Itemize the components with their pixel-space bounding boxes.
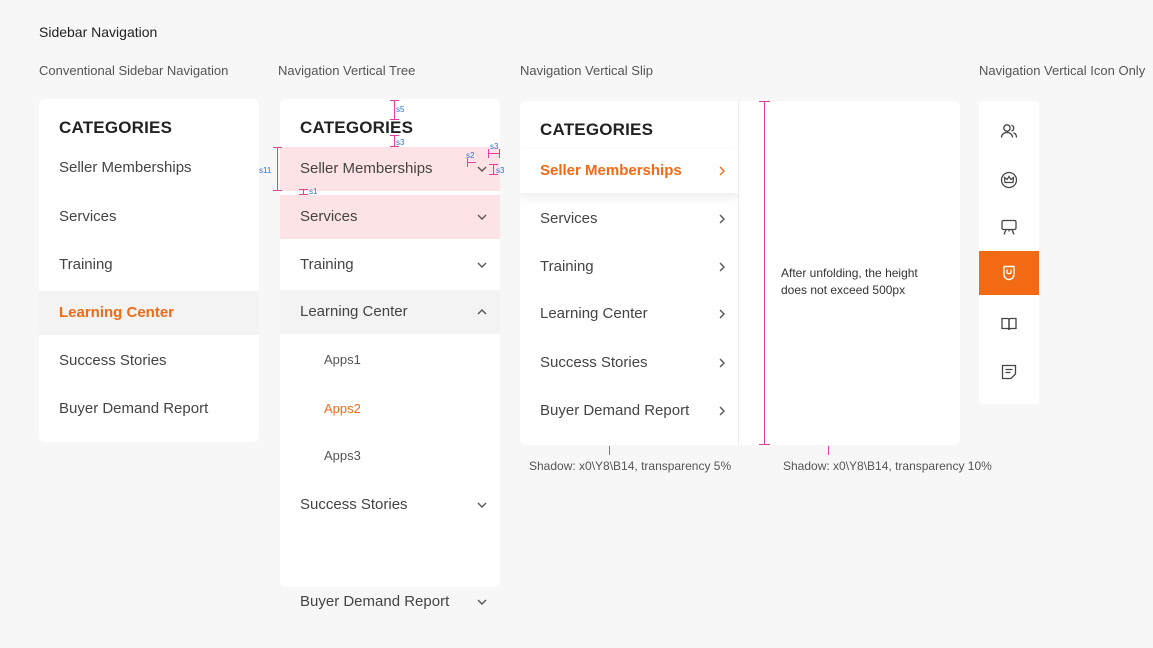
slip-expanded-panel: After unfolding, the height does not exc… bbox=[740, 101, 960, 445]
item-label: Training bbox=[300, 256, 354, 273]
icon-item-book[interactable] bbox=[979, 302, 1039, 346]
child-label-active: Apps2 bbox=[324, 401, 361, 416]
item-label: Learning Center bbox=[540, 305, 648, 322]
note-icon bbox=[1001, 364, 1017, 380]
categories-heading: CATEGORIES bbox=[540, 120, 654, 139]
slip-item-services[interactable]: Services bbox=[520, 197, 740, 241]
spacing-mark: s3 bbox=[490, 142, 499, 151]
tree-item-training[interactable]: Training bbox=[280, 243, 500, 287]
icon-item-shield[interactable] bbox=[979, 251, 1039, 295]
tree-item-buyer-demand-report[interactable]: Buyer Demand Report bbox=[280, 580, 500, 624]
spacing-mark: s3 bbox=[496, 166, 505, 175]
chevron-down-icon bbox=[477, 502, 487, 508]
item-label: Services bbox=[540, 210, 598, 227]
slip-divider bbox=[738, 101, 739, 445]
item-label: Seller Memberships bbox=[300, 160, 433, 177]
item-label: Buyer Demand Report bbox=[59, 400, 209, 417]
item-label: Success Stories bbox=[59, 352, 167, 369]
chevron-down-icon bbox=[477, 599, 487, 605]
tree-child-apps1[interactable]: Apps1 bbox=[280, 338, 500, 382]
spacing-mark: s2 bbox=[466, 151, 475, 160]
section-title-icon-only: Navigation Vertical Icon Only bbox=[979, 63, 1146, 78]
conventional-item-buyer-demand-report[interactable]: Buyer Demand Report bbox=[39, 387, 259, 431]
item-label: Seller Memberships bbox=[59, 159, 192, 176]
tree-item-success-stories[interactable]: Success Stories bbox=[280, 483, 500, 527]
tree-item-services[interactable]: Services bbox=[280, 195, 500, 239]
child-label: Apps3 bbox=[324, 448, 361, 463]
shadow-note-right: Shadow: x0\Y8\B14, transparency 10% bbox=[783, 459, 992, 473]
spacing-mark: s3 bbox=[396, 138, 405, 147]
section-title-slip: Navigation Vertical Slip bbox=[520, 63, 653, 78]
presentation-icon bbox=[1001, 219, 1017, 235]
icon-item-users[interactable] bbox=[979, 109, 1039, 153]
panel-note-line1: After unfolding, the height bbox=[781, 266, 918, 280]
item-label-active: Seller Memberships bbox=[540, 162, 682, 179]
icon-item-note[interactable] bbox=[979, 350, 1039, 394]
chevron-down-icon bbox=[477, 214, 487, 220]
conventional-item-training[interactable]: Training bbox=[39, 243, 259, 287]
item-label: Buyer Demand Report bbox=[300, 593, 450, 610]
icon-only-sidebar bbox=[979, 101, 1039, 404]
chevron-down-icon bbox=[477, 262, 487, 268]
conventional-sidebar: CATEGORIES Seller Memberships Services T… bbox=[39, 99, 259, 442]
spacing-mark: s5 bbox=[396, 105, 405, 114]
chevron-right-icon bbox=[719, 406, 725, 416]
chevron-up-icon bbox=[477, 309, 487, 315]
slip-sidebar: CATEGORIES Seller Memberships Services T… bbox=[520, 101, 960, 445]
chevron-right-icon bbox=[719, 166, 725, 176]
item-label: Training bbox=[540, 258, 594, 275]
slip-item-training[interactable]: Training bbox=[520, 245, 740, 289]
slip-item-learning-center[interactable]: Learning Center bbox=[520, 292, 740, 336]
page-title: Sidebar Navigation bbox=[39, 24, 158, 40]
slip-item-success-stories[interactable]: Success Stories bbox=[520, 341, 740, 385]
spacing-mark: s1 bbox=[309, 187, 318, 196]
book-icon bbox=[1001, 317, 1017, 331]
chevron-right-icon bbox=[719, 262, 725, 272]
item-label: Learning Center bbox=[300, 303, 408, 320]
child-label: Apps1 bbox=[324, 352, 361, 367]
spacing-mark: s11 bbox=[259, 166, 272, 175]
chevron-down-icon bbox=[477, 166, 487, 172]
chevron-right-icon bbox=[719, 214, 725, 224]
categories-heading: CATEGORIES bbox=[59, 118, 173, 137]
slip-menu: CATEGORIES Seller Memberships Services T… bbox=[520, 101, 740, 445]
shield-icon bbox=[1003, 265, 1015, 281]
tree-item-learning-center[interactable]: Learning Center bbox=[280, 290, 500, 334]
icon-item-crown[interactable] bbox=[979, 158, 1039, 202]
crown-icon bbox=[1000, 171, 1018, 189]
item-label: Services bbox=[300, 208, 358, 225]
icon-item-presentation[interactable] bbox=[979, 205, 1039, 249]
panel-note-line2: does not exceed 500px bbox=[781, 283, 906, 297]
section-title-conventional: Conventional Sidebar Navigation bbox=[39, 63, 229, 78]
item-label: Success Stories bbox=[540, 354, 648, 371]
tree-sidebar: CATEGORIES Seller Memberships Services T… bbox=[280, 99, 500, 587]
conventional-item-seller-memberships[interactable]: Seller Memberships bbox=[39, 146, 259, 190]
chevron-right-icon bbox=[719, 358, 725, 368]
item-label: Services bbox=[59, 208, 117, 225]
section-title-tree: Navigation Vertical Tree bbox=[278, 63, 416, 78]
item-label-active: Learning Center bbox=[59, 304, 175, 321]
users-icon bbox=[1000, 124, 1018, 138]
item-label: Training bbox=[59, 256, 113, 273]
conventional-item-learning-center[interactable]: Learning Center bbox=[39, 291, 259, 335]
conventional-item-services[interactable]: Services bbox=[39, 195, 259, 239]
item-label: Buyer Demand Report bbox=[540, 402, 690, 419]
tree-child-apps3[interactable]: Apps3 bbox=[280, 434, 500, 478]
item-label: Success Stories bbox=[300, 496, 408, 513]
slip-item-buyer-demand-report[interactable]: Buyer Demand Report bbox=[520, 389, 740, 433]
slip-item-seller-memberships[interactable]: Seller Memberships bbox=[520, 149, 740, 193]
chevron-right-icon bbox=[719, 309, 725, 319]
shadow-note-left: Shadow: x0\Y8\B14, transparency 5% bbox=[529, 459, 732, 473]
tree-child-apps2[interactable]: Apps2 bbox=[280, 387, 500, 431]
conventional-item-success-stories[interactable]: Success Stories bbox=[39, 339, 259, 383]
